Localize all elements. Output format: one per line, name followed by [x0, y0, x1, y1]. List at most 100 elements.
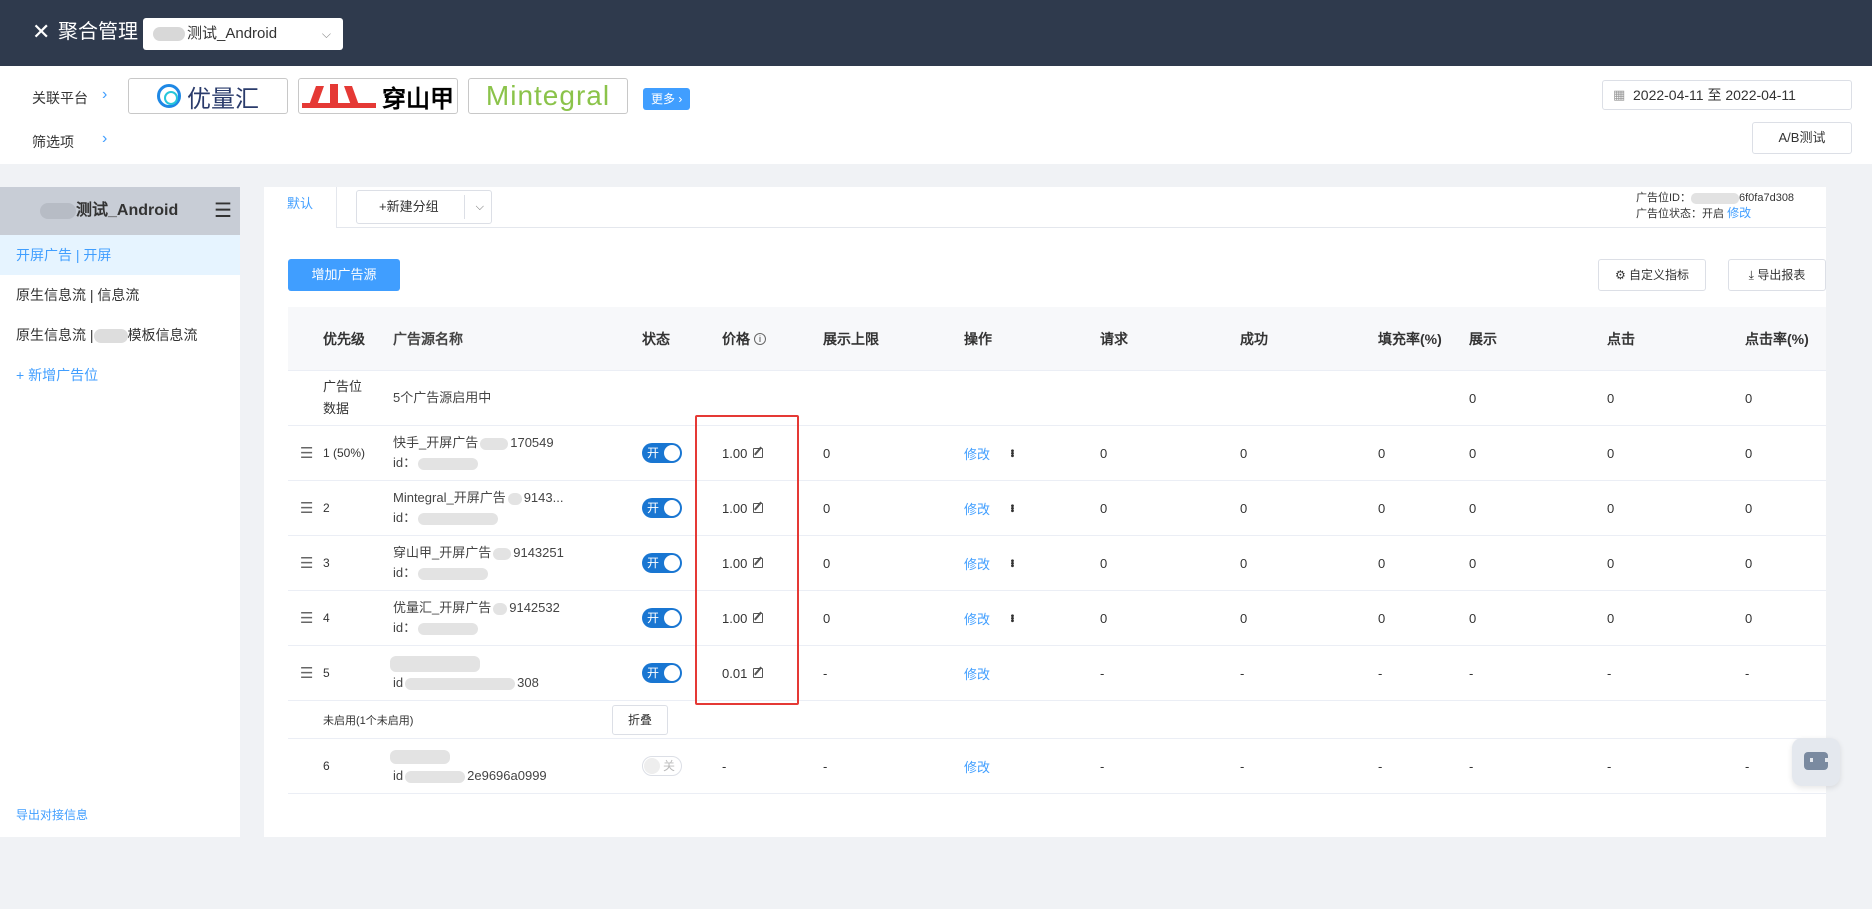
more-vertical-icon[interactable]: ••• — [1006, 449, 1017, 457]
status-toggle[interactable]: 开 — [642, 608, 682, 628]
add-ad-slot-link[interactable]: + 新增广告位 — [0, 355, 240, 395]
edit-status-link[interactable]: 修改 — [1727, 206, 1751, 220]
redacted-blur — [390, 749, 450, 764]
header-show: 展示 — [1469, 330, 1497, 347]
redacted-blur — [405, 677, 516, 690]
header-status: 状态 — [642, 330, 670, 347]
platform-label: 关联平台 — [32, 90, 88, 106]
date-start: 2022-04-11 — [1633, 87, 1704, 103]
sidebar-app-name: 测试_Android — [76, 202, 179, 219]
group-tab-bar: 默认 +新建分组 ⌵ 广告位ID： 6f0fa7d308 广告位状态：开启 修改 — [264, 187, 1826, 228]
sidebar-item-native-feed[interactable]: 原生信息流 | 信息流 — [0, 275, 240, 315]
drag-handle-icon[interactable]: ☰ — [300, 536, 313, 590]
redacted-blur — [480, 437, 509, 450]
summary-row: 广告位 数据 5个广告源启用中 0 0 0 — [288, 371, 1826, 426]
calendar-icon: ▦ — [1613, 87, 1626, 102]
fold-button[interactable]: 折叠 — [612, 705, 668, 735]
ad-slot-status: 开启 — [1702, 208, 1724, 220]
ad-slot-id: 6f0fa7d308 — [1739, 192, 1795, 204]
status-toggle[interactable]: 开 — [642, 553, 682, 573]
disabled-group-label: 未启用(1个未启用) — [323, 714, 414, 727]
status-toggle[interactable]: 开 — [642, 663, 682, 683]
edit-icon[interactable] — [753, 503, 764, 513]
redacted-blur — [40, 203, 76, 219]
redacted-blur — [493, 602, 508, 615]
status-toggle[interactable]: 开 — [642, 498, 682, 518]
date-range-picker[interactable]: ▦ 2022-04-11 至 2022-04-11 — [1602, 80, 1852, 110]
edit-link[interactable]: 修改 — [964, 554, 990, 573]
edit-link[interactable]: 修改 — [964, 664, 990, 683]
more-vertical-icon[interactable]: ••• — [1006, 559, 1017, 567]
app-select[interactable]: 测试_Android ⌵ — [143, 18, 343, 50]
edit-link[interactable]: 修改 — [964, 757, 990, 776]
info-icon[interactable]: i — [754, 332, 766, 345]
edit-link[interactable]: 修改 — [964, 444, 990, 463]
export-report-button[interactable]: ⤓ 导出报表 — [1728, 259, 1826, 291]
edit-icon[interactable] — [753, 448, 764, 458]
header-click: 点击 — [1607, 330, 1635, 347]
redacted-blur — [418, 622, 479, 635]
redacted-blur — [418, 567, 489, 580]
download-icon: ⤓ — [1748, 268, 1754, 282]
table-row: ☰ 3 穿山甲_开屏广告 9143251 id： 开 1.00 0 修改 ••• 0… — [288, 536, 1826, 591]
more-vertical-icon[interactable]: ••• — [1006, 614, 1017, 622]
table-header: 优先级 广告源名称 状态 价格 i 展示上限 操作 请求 成功 填充率(%) 展示… — [288, 307, 1826, 371]
drag-handle-icon[interactable]: ☰ — [300, 481, 313, 535]
header-cap: 展示上限 — [823, 330, 879, 347]
redacted-blur — [1691, 192, 1739, 204]
gear-icon: ⚙ — [1614, 268, 1626, 282]
ab-test-button[interactable]: A/B测试 — [1752, 122, 1852, 154]
app-select-value: 测试_Android — [187, 25, 278, 42]
platform-logo-mintegral[interactable]: Mintegral — [468, 78, 628, 114]
export-integration-link[interactable]: 导出对接信息 — [16, 806, 88, 823]
edit-icon[interactable] — [753, 613, 764, 623]
main-panel: 默认 +新建分组 ⌵ 广告位ID： 6f0fa7d308 广告位状态：开启 修改 … — [264, 187, 1826, 837]
top-bar: ✕ 聚合管理 测试_Android ⌵ — [0, 0, 1872, 66]
chevron-right-icon[interactable]: › — [102, 86, 107, 104]
edit-icon[interactable] — [753, 558, 764, 568]
redacted-blur — [93, 329, 128, 344]
youlianghui-logo-icon — [157, 84, 181, 108]
page-title: 聚合管理 — [58, 21, 138, 43]
platform-bar: 关联平台 › 筛选项 › 优量汇 穿山甲 Mintegral 更多 › ▦ 20… — [0, 66, 1872, 164]
drag-handle-icon[interactable]: ☰ — [300, 646, 313, 700]
edit-link[interactable]: 修改 — [964, 499, 990, 518]
date-separator: 至 — [1707, 87, 1722, 103]
drag-handle-icon[interactable]: ☰ — [300, 426, 313, 480]
header-priority: 优先级 — [323, 330, 365, 347]
more-vertical-icon[interactable]: ••• — [1006, 504, 1017, 512]
redacted-blur — [405, 770, 466, 783]
chevron-down-icon: ⌵ — [321, 27, 331, 41]
redacted-blur — [390, 655, 480, 672]
status-toggle[interactable]: 关 — [642, 756, 682, 776]
sidebar-item-native-template[interactable]: 原生信息流 | 模板信息流 — [0, 315, 240, 355]
sidebar-header: 测试_Android ☰ — [0, 187, 240, 235]
chuanshanjia-logo-icon — [302, 84, 376, 108]
edit-icon[interactable] — [753, 668, 764, 678]
status-toggle[interactable]: 开 — [642, 443, 682, 463]
chat-icon[interactable] — [1792, 738, 1840, 786]
menu-icon[interactable]: ☰ — [214, 187, 232, 235]
custom-metrics-button[interactable]: ⚙ 自定义指标 — [1598, 259, 1706, 291]
drag-handle-icon[interactable]: ☰ — [300, 591, 313, 645]
more-platforms-button[interactable]: 更多 › — [643, 88, 691, 110]
table-row: ☰ 4 优量汇_开屏广告 9142532 id： 开 1.00 0 修改 ••• 0… — [288, 591, 1826, 646]
chevron-right-icon[interactable]: › — [102, 130, 107, 148]
table-row: ☰ 2 Mintegral_开屏广告 9143... id： 开 1.00 0 修… — [288, 481, 1826, 536]
add-ad-source-button[interactable]: 增加广告源 — [288, 259, 400, 291]
header-price: 价格 i — [722, 307, 766, 370]
header-fill: 填充率(%) — [1378, 330, 1442, 347]
sidebar: 测试_Android ☰ 开屏广告 | 开屏 原生信息流 | 信息流 原生信息流… — [0, 187, 240, 837]
filter-label: 筛选项 — [32, 134, 74, 150]
platform-logo-chuanshanjia[interactable]: 穿山甲 — [298, 78, 458, 114]
sidebar-item-splash[interactable]: 开屏广告 | 开屏 — [0, 235, 240, 275]
tab-default[interactable]: 默认 — [264, 187, 337, 228]
platform-logo-youlianghui[interactable]: 优量汇 — [128, 78, 288, 114]
ad-source-table: 优先级 广告源名称 状态 价格 i 展示上限 操作 请求 成功 填充率(%) 展示… — [288, 307, 1826, 794]
chevron-right-icon: › — [678, 92, 683, 106]
ad-slot-info: 广告位ID： 6f0fa7d308 广告位状态：开启 修改 — [1636, 192, 1795, 220]
close-icon[interactable]: ✕ — [32, 20, 50, 44]
edit-link[interactable]: 修改 — [964, 609, 990, 628]
new-group-button[interactable]: +新建分组 ⌵ — [356, 190, 492, 224]
chevron-down-icon[interactable]: ⌵ — [476, 191, 484, 223]
